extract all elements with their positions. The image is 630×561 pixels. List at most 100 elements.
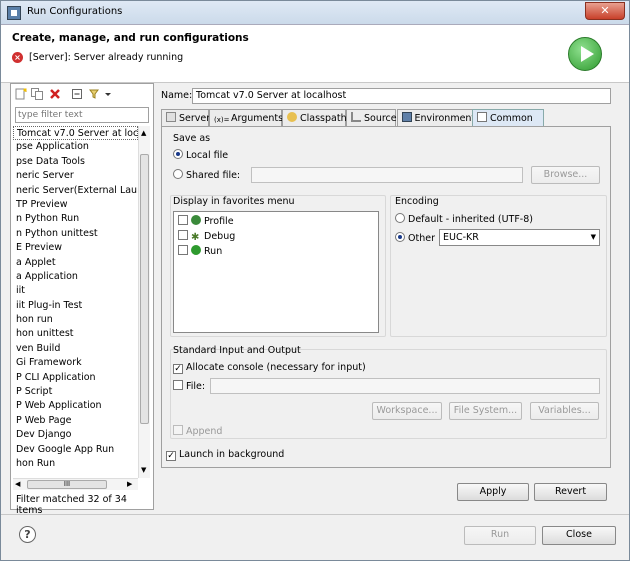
tab-strip: Server (x)= Arguments Classpath Source En… xyxy=(161,109,611,127)
name-input[interactable]: Tomcat v7.0 Server at localhost xyxy=(192,88,611,104)
encoding-other-label: Other xyxy=(408,233,435,244)
output-file-input[interactable] xyxy=(210,378,600,394)
favorite-run-item[interactable]: Run xyxy=(178,245,222,257)
allocate-console-checkbox[interactable]: ✓ xyxy=(173,364,183,374)
tree-item[interactable]: hon unittest xyxy=(13,327,138,341)
favorite-profile-item[interactable]: Profile xyxy=(178,215,234,227)
tree-vertical-scrollbar[interactable]: ▲ ▼ xyxy=(138,126,150,478)
tree-item[interactable]: TP Preview xyxy=(13,198,138,212)
title-bar: Run Configurations ✕ xyxy=(1,1,629,25)
allocate-console-label: Allocate console (necessary for input) xyxy=(186,362,366,373)
encoding-value: EUC-KR xyxy=(443,232,479,243)
filter-menu-icon[interactable] xyxy=(89,88,111,100)
app-icon xyxy=(7,6,21,20)
close-button[interactable]: Close xyxy=(542,526,616,545)
tree-item[interactable]: iit Plug-in Test xyxy=(13,299,138,313)
run-icon xyxy=(191,245,201,255)
favorite-debug-item[interactable]: ✱ Debug xyxy=(178,230,235,243)
window-close-button[interactable]: ✕ xyxy=(585,2,625,20)
chevron-down-icon: ▼ xyxy=(590,233,596,241)
encoding-other-option[interactable]: Other xyxy=(395,232,435,244)
tree-item[interactable]: P CLI Application xyxy=(13,371,138,385)
error-icon: × xyxy=(12,52,23,63)
tab-classpath[interactable]: Classpath xyxy=(282,109,347,127)
duplicate-icon[interactable] xyxy=(31,88,43,100)
tree-item[interactable]: Dev Google App Run xyxy=(13,443,138,457)
configuration-tree-panel: Tomcat v7.0 Server at local pse Applicat… xyxy=(10,83,154,516)
local-file-radio[interactable] xyxy=(173,149,183,159)
append-option[interactable]: Append xyxy=(173,425,222,437)
scroll-left-icon[interactable]: ◀ xyxy=(15,480,20,488)
tree-item[interactable]: hon run xyxy=(13,313,138,327)
encoding-title: Encoding xyxy=(395,196,439,207)
local-file-option[interactable]: Local file xyxy=(173,149,228,161)
tab-server[interactable]: Server xyxy=(161,109,210,127)
run-button[interactable]: Run xyxy=(464,526,536,545)
browse-button[interactable]: Browse... xyxy=(531,166,600,184)
tree-item[interactable]: pse Data Tools xyxy=(13,155,138,169)
debug-icon: ✱ xyxy=(191,232,200,243)
append-checkbox[interactable] xyxy=(173,425,183,435)
favorites-title: Display in favorites menu xyxy=(173,196,295,207)
help-icon[interactable]: ? xyxy=(19,526,36,543)
workspace-button[interactable]: Workspace... xyxy=(372,402,442,420)
tree-item[interactable]: a Application xyxy=(13,270,138,284)
tree-item[interactable]: P Script xyxy=(13,385,138,399)
launch-background-option[interactable]: ✓ Launch in background xyxy=(166,449,284,461)
tree-item[interactable]: neric Server(External Launch xyxy=(13,184,138,198)
tab-label: Arguments xyxy=(231,113,284,124)
scroll-up-icon[interactable]: ▲ xyxy=(141,129,146,137)
tree-item[interactable]: a Applet xyxy=(13,256,138,270)
tree-item[interactable]: Tomcat v7.0 Server at local xyxy=(13,126,138,141)
tree-item[interactable]: Gi Framework xyxy=(13,356,138,370)
window-title: Run Configurations xyxy=(27,6,123,17)
output-file-checkbox[interactable] xyxy=(173,380,183,390)
tree-item[interactable]: n Python Run xyxy=(13,212,138,226)
tree-item[interactable]: neric Server xyxy=(13,169,138,183)
tree-item[interactable]: pse Application xyxy=(13,140,138,154)
profile-checkbox[interactable] xyxy=(178,215,188,225)
encoding-default-radio[interactable] xyxy=(395,213,405,223)
tree-item[interactable]: iit xyxy=(13,284,138,298)
delete-icon[interactable] xyxy=(49,88,61,100)
tree-hscroll-thumb[interactable]: III xyxy=(27,480,107,489)
tab-source[interactable]: Source xyxy=(346,109,397,127)
tab-environment[interactable]: Environment xyxy=(396,109,475,127)
tree-vscroll-thumb[interactable] xyxy=(140,154,149,424)
new-config-icon[interactable] xyxy=(15,88,27,100)
encoding-other-radio[interactable] xyxy=(395,232,405,242)
debug-checkbox[interactable] xyxy=(178,230,188,240)
environment-icon xyxy=(401,112,412,122)
file-system-button[interactable]: File System... xyxy=(449,402,522,420)
tree-item[interactable]: ven Build xyxy=(13,342,138,356)
run-configurations-window: Run Configurations ✕ Create, manage, and… xyxy=(0,0,630,561)
filter-input[interactable] xyxy=(15,107,149,123)
shared-file-option[interactable]: Shared file: xyxy=(173,169,240,181)
revert-button[interactable]: Revert xyxy=(534,483,607,501)
shared-file-input[interactable] xyxy=(251,167,523,183)
variables-button[interactable]: Variables... xyxy=(530,402,599,420)
tree-horizontal-scrollbar[interactable]: ◀ III ▶ xyxy=(13,478,138,490)
apply-button[interactable]: Apply xyxy=(457,483,529,501)
shared-file-radio[interactable] xyxy=(173,169,183,179)
collapse-all-icon[interactable] xyxy=(71,88,83,100)
scroll-right-icon[interactable]: ▶ xyxy=(127,480,132,488)
tree-item[interactable]: E Preview xyxy=(13,241,138,255)
encoding-default-option[interactable]: Default - inherited (UTF-8) xyxy=(395,213,533,225)
tree-item[interactable]: Dev Django xyxy=(13,428,138,442)
run-checkbox[interactable] xyxy=(178,245,188,255)
allocate-console-option[interactable]: ✓ Allocate console (necessary for input) xyxy=(173,362,366,374)
launch-background-checkbox[interactable]: ✓ xyxy=(166,451,176,461)
tab-common[interactable]: Common xyxy=(472,109,544,127)
tab-arguments[interactable]: (x)= Arguments xyxy=(209,109,284,127)
tree-item[interactable]: P Web Application xyxy=(13,399,138,413)
output-file-option[interactable]: File: xyxy=(173,380,205,392)
tree-item[interactable]: n Python unittest xyxy=(13,227,138,241)
tree-item[interactable]: P Web Page xyxy=(13,414,138,428)
append-label: Append xyxy=(186,426,223,437)
local-file-label: Local file xyxy=(186,150,229,161)
scroll-down-icon[interactable]: ▼ xyxy=(141,466,146,474)
encoding-select[interactable]: EUC-KR ▼ xyxy=(439,229,600,246)
banner-message: [Server]: Server already running xyxy=(29,52,184,63)
tree-item[interactable]: hon Run xyxy=(13,457,138,471)
